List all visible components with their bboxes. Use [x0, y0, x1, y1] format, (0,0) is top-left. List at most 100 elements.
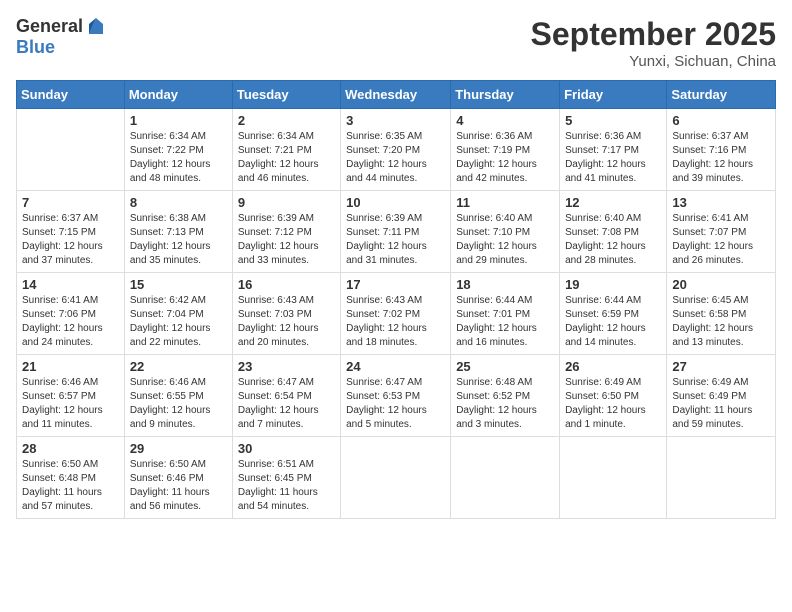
day-number: 10 [346, 195, 445, 210]
calendar-cell: 26 Sunrise: 6:49 AM Sunset: 6:50 PM Dayli… [560, 355, 667, 437]
calendar-cell: 4 Sunrise: 6:36 AM Sunset: 7:19 PM Daylig… [451, 109, 560, 191]
day-info: Sunrise: 6:37 AM Sunset: 7:15 PM Dayligh… [22, 212, 119, 268]
day-number: 22 [130, 359, 227, 374]
calendar-cell: 1Sunrise: 6:34 AM Sunset: 7:22 PM Daylig… [124, 109, 232, 191]
calendar-cell: 30 Sunrise: 6:51 AM Sunset: 6:45 PM Dayli… [232, 437, 340, 519]
day-number: 17 [346, 277, 445, 292]
calendar-cell: 9 Sunrise: 6:39 AM Sunset: 7:12 PM Daylig… [232, 191, 340, 273]
calendar-cell: 16Sunrise: 6:43 AM Sunset: 7:03 PM Dayli… [232, 273, 340, 355]
day-info: Sunrise: 6:40 AM Sunset: 7:08 PM Dayligh… [565, 212, 661, 268]
day-info: Sunrise: 6:36 AM Sunset: 7:19 PM Dayligh… [456, 130, 554, 186]
day-number: 19 [565, 277, 661, 292]
day-number: 12 [565, 195, 661, 210]
day-info: Sunrise: 6:41 AM Sunset: 7:06 PM Dayligh… [22, 294, 119, 350]
day-info: Sunrise: 6:44 AM Sunset: 7:01 PM Dayligh… [456, 294, 554, 350]
day-number: 29 [130, 441, 227, 456]
logo: General Blue [16, 16, 107, 58]
calendar-week-3: 14 Sunrise: 6:41 AM Sunset: 7:06 PM Dayli… [17, 273, 776, 355]
day-number: 18 [456, 277, 554, 292]
calendar-cell: 19 Sunrise: 6:44 AM Sunset: 6:59 PM Dayli… [560, 273, 667, 355]
calendar-cell: 11 Sunrise: 6:40 AM Sunset: 7:10 PM Dayli… [451, 191, 560, 273]
page-header: General Blue September 2025 Yunxi, Sichu… [16, 16, 776, 70]
logo-blue-text: Blue [16, 38, 107, 58]
logo-general-text: General [16, 17, 83, 37]
day-number: 24 [346, 359, 445, 374]
calendar-cell: 13Sunrise: 6:41 AM Sunset: 7:07 PM Dayli… [667, 191, 776, 273]
day-number: 27 [672, 359, 770, 374]
day-info: Sunrise: 6:43 AM Sunset: 7:02 PM Dayligh… [346, 294, 445, 350]
calendar-cell: 21Sunrise: 6:46 AM Sunset: 6:57 PM Dayli… [17, 355, 125, 437]
day-header-friday: Friday [560, 81, 667, 109]
day-info: Sunrise: 6:49 AM Sunset: 6:49 PM Dayligh… [672, 376, 770, 432]
day-number: 8 [130, 195, 227, 210]
calendar-week-2: 7Sunrise: 6:37 AM Sunset: 7:15 PM Daylig… [17, 191, 776, 273]
day-number: 2 [238, 113, 335, 128]
day-number: 15 [130, 277, 227, 292]
day-info: Sunrise: 6:36 AM Sunset: 7:17 PM Dayligh… [565, 130, 661, 186]
calendar-cell: 24Sunrise: 6:47 AM Sunset: 6:53 PM Dayli… [341, 355, 451, 437]
calendar-cell: 20 Sunrise: 6:45 AM Sunset: 6:58 PM Dayli… [667, 273, 776, 355]
day-number: 11 [456, 195, 554, 210]
calendar-cell: 17 Sunrise: 6:43 AM Sunset: 7:02 PM Dayli… [341, 273, 451, 355]
day-info: Sunrise: 6:44 AM Sunset: 6:59 PM Dayligh… [565, 294, 661, 350]
day-info: Sunrise: 6:39 AM Sunset: 7:11 PM Dayligh… [346, 212, 445, 268]
calendar-cell: 6 Sunrise: 6:37 AM Sunset: 7:16 PM Daylig… [667, 109, 776, 191]
day-info: Sunrise: 6:45 AM Sunset: 6:58 PM Dayligh… [672, 294, 770, 350]
calendar-week-1: 1Sunrise: 6:34 AM Sunset: 7:22 PM Daylig… [17, 109, 776, 191]
day-info: Sunrise: 6:37 AM Sunset: 7:16 PM Dayligh… [672, 130, 770, 186]
day-info: Sunrise: 6:46 AM Sunset: 6:55 PM Dayligh… [130, 376, 227, 432]
calendar-cell: 14 Sunrise: 6:41 AM Sunset: 7:06 PM Dayli… [17, 273, 125, 355]
calendar-cell: 7Sunrise: 6:37 AM Sunset: 7:15 PM Daylig… [17, 191, 125, 273]
calendar-cell: 27 Sunrise: 6:49 AM Sunset: 6:49 PM Dayli… [667, 355, 776, 437]
day-number: 20 [672, 277, 770, 292]
day-header-saturday: Saturday [667, 81, 776, 109]
day-info: Sunrise: 6:50 AM Sunset: 6:48 PM Dayligh… [22, 458, 119, 514]
title-block: September 2025 Yunxi, Sichuan, China [531, 16, 776, 70]
calendar-week-4: 21Sunrise: 6:46 AM Sunset: 6:57 PM Dayli… [17, 355, 776, 437]
calendar-cell: 2 Sunrise: 6:34 AM Sunset: 7:21 PM Daylig… [232, 109, 340, 191]
calendar-cell: 8 Sunrise: 6:38 AM Sunset: 7:13 PM Daylig… [124, 191, 232, 273]
calendar-cell: 12 Sunrise: 6:40 AM Sunset: 7:08 PM Dayli… [560, 191, 667, 273]
day-info: Sunrise: 6:42 AM Sunset: 7:04 PM Dayligh… [130, 294, 227, 350]
day-number: 28 [22, 441, 119, 456]
day-info: Sunrise: 6:41 AM Sunset: 7:07 PM Dayligh… [672, 212, 770, 268]
day-info: Sunrise: 6:51 AM Sunset: 6:45 PM Dayligh… [238, 458, 335, 514]
day-info: Sunrise: 6:35 AM Sunset: 7:20 PM Dayligh… [346, 130, 445, 186]
calendar-cell: 5 Sunrise: 6:36 AM Sunset: 7:17 PM Daylig… [560, 109, 667, 191]
calendar-cell: 18 Sunrise: 6:44 AM Sunset: 7:01 PM Dayli… [451, 273, 560, 355]
day-number: 30 [238, 441, 335, 456]
calendar-cell [560, 437, 667, 519]
calendar-cell: 3Sunrise: 6:35 AM Sunset: 7:20 PM Daylig… [341, 109, 451, 191]
day-number: 5 [565, 113, 661, 128]
calendar-cell [451, 437, 560, 519]
day-info: Sunrise: 6:38 AM Sunset: 7:13 PM Dayligh… [130, 212, 227, 268]
day-info: Sunrise: 6:47 AM Sunset: 6:54 PM Dayligh… [238, 376, 335, 432]
day-header-wednesday: Wednesday [341, 81, 451, 109]
calendar-table: SundayMondayTuesdayWednesdayThursdayFrid… [16, 80, 776, 519]
day-info: Sunrise: 6:39 AM Sunset: 7:12 PM Dayligh… [238, 212, 335, 268]
day-info: Sunrise: 6:49 AM Sunset: 6:50 PM Dayligh… [565, 376, 661, 432]
day-info: Sunrise: 6:34 AM Sunset: 7:22 PM Dayligh… [130, 130, 227, 186]
day-header-sunday: Sunday [17, 81, 125, 109]
calendar-cell [341, 437, 451, 519]
day-info: Sunrise: 6:34 AM Sunset: 7:21 PM Dayligh… [238, 130, 335, 186]
day-number: 6 [672, 113, 770, 128]
day-info: Sunrise: 6:40 AM Sunset: 7:10 PM Dayligh… [456, 212, 554, 268]
logo-icon [85, 16, 107, 38]
day-header-thursday: Thursday [451, 81, 560, 109]
calendar-cell: 28 Sunrise: 6:50 AM Sunset: 6:48 PM Dayli… [17, 437, 125, 519]
day-info: Sunrise: 6:46 AM Sunset: 6:57 PM Dayligh… [22, 376, 119, 432]
location: Yunxi, Sichuan, China [531, 53, 776, 70]
day-number: 4 [456, 113, 554, 128]
calendar-header-row: SundayMondayTuesdayWednesdayThursdayFrid… [17, 81, 776, 109]
day-number: 9 [238, 195, 335, 210]
calendar-cell [667, 437, 776, 519]
month-title: September 2025 [531, 16, 776, 53]
day-number: 14 [22, 277, 119, 292]
day-number: 26 [565, 359, 661, 374]
calendar-cell: 10 Sunrise: 6:39 AM Sunset: 7:11 PM Dayli… [341, 191, 451, 273]
calendar-cell: 15 Sunrise: 6:42 AM Sunset: 7:04 PM Dayli… [124, 273, 232, 355]
calendar-cell: 22 Sunrise: 6:46 AM Sunset: 6:55 PM Dayli… [124, 355, 232, 437]
day-number: 25 [456, 359, 554, 374]
calendar-cell: 23Sunrise: 6:47 AM Sunset: 6:54 PM Dayli… [232, 355, 340, 437]
